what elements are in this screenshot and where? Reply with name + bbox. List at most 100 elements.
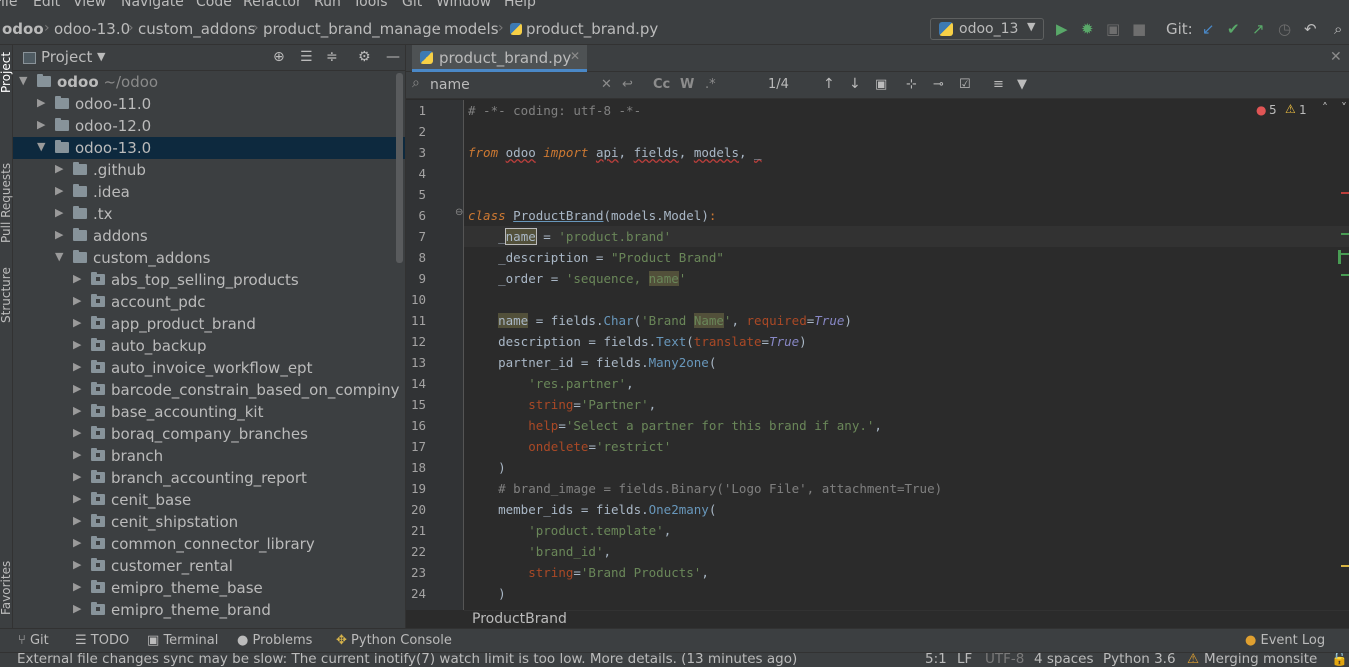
- project-tool-button[interactable]: Project: [0, 52, 13, 93]
- chevron-right-icon[interactable]: ▶: [55, 206, 63, 219]
- select-occurrences-icon[interactable]: ☑: [959, 77, 971, 92]
- git-push-icon[interactable]: ↗: [1252, 21, 1265, 37]
- chevron-right-icon[interactable]: ▶: [73, 448, 81, 461]
- tree-item[interactable]: ▼ odoo-13.0: [13, 137, 405, 159]
- status-message[interactable]: External file changes sync may be slow: …: [17, 653, 797, 667]
- chevron-right-icon[interactable]: ▶: [73, 558, 81, 571]
- tree-item[interactable]: ▶ odoo-12.0: [13, 115, 405, 137]
- warning-icon[interactable]: ⚠: [1285, 102, 1296, 116]
- chevron-right-icon[interactable]: ▶: [73, 404, 81, 417]
- arrow-down-icon[interactable]: ↓: [849, 76, 861, 92]
- search-icon[interactable]: ⌕: [1334, 21, 1342, 37]
- add-occurrence-icon[interactable]: ⊹: [906, 77, 917, 92]
- git-branch-status[interactable]: Merging monsite: [1204, 653, 1317, 667]
- chevron-right-icon[interactable]: ▶: [73, 580, 81, 593]
- gear-icon[interactable]: ⚙: [358, 49, 371, 65]
- chevron-right-icon[interactable]: ▶: [37, 118, 45, 131]
- tree-item[interactable]: ▶ auto_backup: [13, 335, 405, 357]
- vertical-scrollbar[interactable]: [396, 73, 403, 263]
- pull-requests-tool-button[interactable]: Pull Requests: [0, 163, 13, 243]
- change-stripe-mark[interactable]: [1341, 253, 1349, 255]
- tree-item[interactable]: ▶ odoo-11.0: [13, 93, 405, 115]
- git-commit-icon[interactable]: ✔: [1227, 21, 1240, 37]
- arrow-up-icon[interactable]: ↑: [823, 76, 835, 92]
- menu-code[interactable]: Code: [196, 0, 232, 10]
- tab-product-brand[interactable]: product_brand.py ✕: [412, 45, 587, 72]
- menu-git[interactable]: Git: [402, 0, 422, 10]
- menu-window[interactable]: Window: [436, 0, 491, 10]
- python-interpreter[interactable]: Python 3.6: [1103, 653, 1176, 667]
- previous-highlight-icon[interactable]: ˄: [1322, 101, 1328, 115]
- change-stripe-mark[interactable]: [1338, 250, 1341, 264]
- chevron-right-icon[interactable]: ▶: [55, 228, 63, 241]
- tree-item[interactable]: ▶ base_accounting_kit: [13, 401, 405, 423]
- breadcrumb-root[interactable]: odoo: [2, 20, 44, 38]
- menu-run[interactable]: Run: [314, 0, 341, 10]
- tree-item[interactable]: ▶ emipro_theme_base: [13, 577, 405, 599]
- tool-event-log[interactable]: ● Event Log: [1245, 633, 1325, 648]
- chevron-right-icon[interactable]: ▶: [37, 96, 45, 109]
- tree-item[interactable]: ▶ addons: [13, 225, 405, 247]
- hide-icon[interactable]: —: [386, 49, 400, 65]
- chevron-right-icon[interactable]: ▶: [73, 514, 81, 527]
- menu-file[interactable]: File: [0, 0, 17, 10]
- chevron-right-icon[interactable]: ▶: [73, 426, 81, 439]
- change-stripe-mark[interactable]: [1341, 233, 1349, 235]
- remove-occurrence-icon[interactable]: ⊸: [933, 77, 944, 92]
- tree-item[interactable]: ▶ .idea: [13, 181, 405, 203]
- tool-python-console[interactable]: ✥ Python Console: [336, 633, 452, 648]
- select-all-icon[interactable]: ▣: [875, 77, 887, 92]
- tree-item[interactable]: ▼ custom_addons: [13, 247, 405, 269]
- rollback-icon[interactable]: ↶: [1304, 21, 1317, 37]
- debug-icon[interactable]: ✹: [1081, 21, 1094, 37]
- tree-item[interactable]: ▶ common_connector_library: [13, 533, 405, 555]
- tree-item[interactable]: ▶ abs_top_selling_products: [13, 269, 405, 291]
- file-encoding[interactable]: UTF-8: [985, 653, 1024, 667]
- menu-help[interactable]: Help: [504, 0, 536, 10]
- error-count[interactable]: 5: [1269, 103, 1277, 117]
- history-icon[interactable]: ◷: [1278, 21, 1291, 37]
- code-area[interactable]: # -*- coding: utf-8 -*- from odoo import…: [464, 100, 1349, 610]
- error-stripe-mark[interactable]: [1341, 192, 1349, 194]
- coverage-icon[interactable]: ▣: [1106, 21, 1120, 37]
- tree-item[interactable]: ▶ .github: [13, 159, 405, 181]
- close-icon[interactable]: ✕: [570, 49, 580, 63]
- favorites-tool-button[interactable]: Favorites: [0, 561, 13, 615]
- line-separator[interactable]: LF: [957, 653, 972, 667]
- tree-item[interactable]: ▶ cenit_shipstation: [13, 511, 405, 533]
- chevron-right-icon[interactable]: ▶: [55, 184, 63, 197]
- chevron-right-icon[interactable]: ▶: [73, 360, 81, 373]
- chevron-right-icon[interactable]: ▶: [73, 602, 81, 615]
- new-line-icon[interactable]: ↩: [622, 77, 633, 92]
- menu-view[interactable]: View: [73, 0, 106, 10]
- run-icon[interactable]: ▶: [1056, 21, 1068, 37]
- tree-item[interactable]: ▶ account_pdc: [13, 291, 405, 313]
- chevron-right-icon[interactable]: ▶: [73, 382, 81, 395]
- project-view-label[interactable]: Project: [41, 48, 92, 66]
- chevron-right-icon[interactable]: ▶: [73, 316, 81, 329]
- warning-count[interactable]: 1: [1299, 103, 1307, 117]
- regex-toggle[interactable]: .*: [705, 77, 716, 92]
- tree-item[interactable]: ▶ auto_invoice_workflow_ept: [13, 357, 405, 379]
- lock-icon[interactable]: 🔓: [1331, 653, 1348, 667]
- tree-item[interactable]: ▶ emipro_theme_brand: [13, 599, 405, 621]
- indent-setting[interactable]: 4 spaces: [1034, 653, 1094, 667]
- error-icon[interactable]: ●: [1256, 103, 1266, 117]
- warning-stripe-mark[interactable]: [1341, 565, 1349, 567]
- close-icon[interactable]: ✕: [1330, 49, 1342, 65]
- caret-position[interactable]: 5:1: [925, 653, 947, 667]
- menu-refactor[interactable]: Refactor: [243, 0, 302, 10]
- chevron-right-icon[interactable]: ▶: [73, 470, 81, 483]
- clear-icon[interactable]: ✕: [601, 77, 612, 92]
- expand-all-icon[interactable]: ☰: [300, 49, 313, 65]
- tool-problems[interactable]: ● Problems: [237, 633, 312, 648]
- tree-item[interactable]: ▶ branch: [13, 445, 405, 467]
- stop-icon[interactable]: ■: [1132, 21, 1146, 37]
- next-highlight-icon[interactable]: ˅: [1341, 101, 1347, 115]
- chevron-down-icon[interactable]: ▼: [55, 250, 63, 263]
- fold-icon[interactable]: ⊖: [455, 207, 463, 218]
- breadcrumb-file[interactable]: product_brand.py: [526, 20, 658, 38]
- tree-item[interactable]: ▶ .tx: [13, 203, 405, 225]
- locate-icon[interactable]: ⊕: [273, 49, 285, 65]
- structure-tool-button[interactable]: Structure: [0, 267, 13, 323]
